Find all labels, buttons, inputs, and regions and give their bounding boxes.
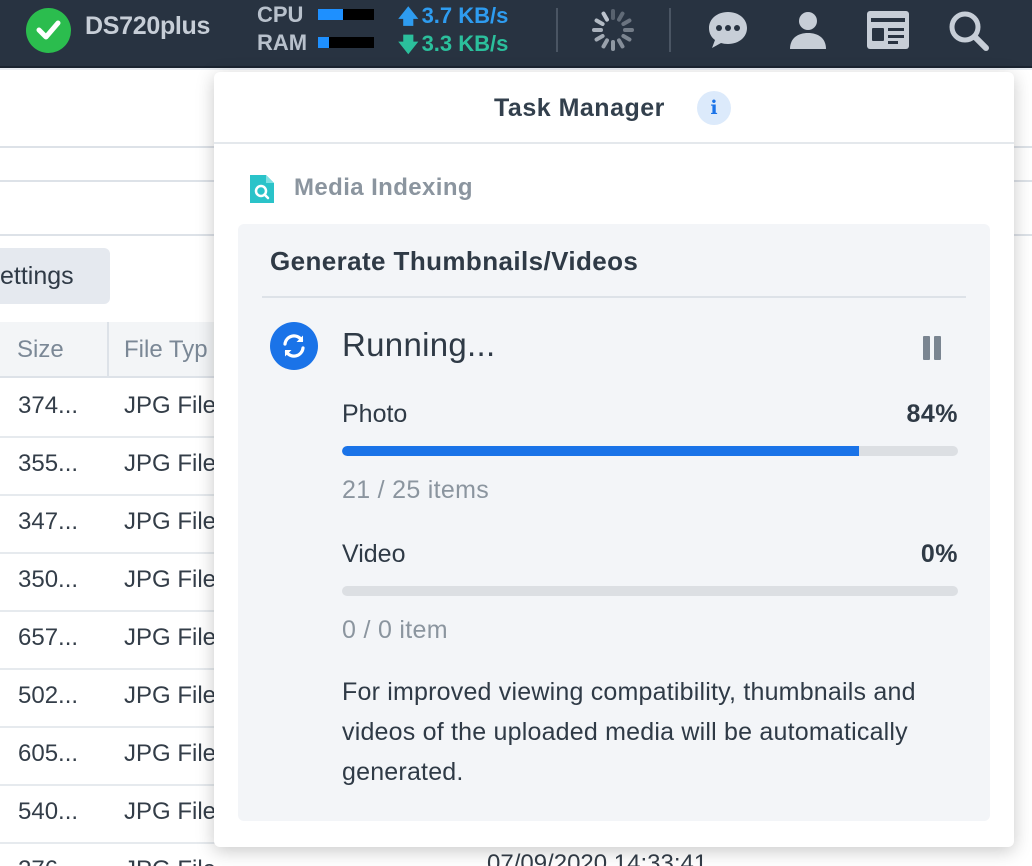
user-icon[interactable] xyxy=(786,8,830,52)
taskbar-divider xyxy=(556,8,558,52)
cell-file-type: JPG File xyxy=(124,508,217,535)
cpu-meter[interactable] xyxy=(318,9,374,20)
chat-icon[interactable] xyxy=(706,8,750,52)
photo-label: Photo xyxy=(342,400,408,428)
spinner-segment xyxy=(601,38,609,49)
column-header-file-type[interactable]: File Typ xyxy=(124,336,208,364)
cell-file-type: JPG File xyxy=(124,450,217,477)
cell-file-type: JPG File xyxy=(124,740,217,767)
photo-progress-bar xyxy=(342,446,958,456)
cell-size: 350... xyxy=(18,566,79,593)
popup-title: Task Manager xyxy=(494,94,665,122)
table-row[interactable]: 276 JPG File xyxy=(0,844,260,866)
status-ok-icon[interactable] xyxy=(26,8,71,53)
refresh-icon xyxy=(270,322,318,370)
cell-file-type: JPG File xyxy=(124,392,217,419)
photo-progress-fill xyxy=(342,446,860,456)
video-percent: 0% xyxy=(920,540,958,568)
task-description: For improved viewing compatibility, thum… xyxy=(342,678,916,786)
ram-meter[interactable] xyxy=(318,37,374,48)
cpu-label: CPU xyxy=(257,2,304,27)
spinner-segment xyxy=(621,18,632,26)
column-header-size[interactable]: Size xyxy=(17,336,64,364)
settings-button[interactable]: ettings xyxy=(0,248,110,304)
download-arrow-icon: 🡇 xyxy=(398,34,419,56)
ram-label: RAM xyxy=(257,30,308,55)
cell-size: 502... xyxy=(18,682,79,709)
spinner-segment xyxy=(594,18,605,26)
photo-count: 21 / 25 items xyxy=(342,476,490,504)
cell-file-type: JPG File xyxy=(124,798,217,825)
video-label: Video xyxy=(342,540,406,568)
spinner-segment xyxy=(621,34,632,42)
download-speed-value: 3.3 KB/s xyxy=(421,31,509,56)
photo-percent: 84% xyxy=(906,400,958,428)
task-spinner-icon[interactable] xyxy=(591,8,635,52)
pause-icon xyxy=(923,336,930,360)
video-progress-bar xyxy=(342,586,958,596)
cell-size: 540... xyxy=(18,798,79,825)
column-divider xyxy=(107,322,109,378)
task-card: Generate Thumbnails/Videos Running... Ph… xyxy=(238,224,990,821)
cell-size: 355... xyxy=(18,450,79,477)
cell-file-type: JPG File xyxy=(124,856,216,866)
taskbar: DS720plus CPU RAM 🡅 3.7 KB/s 🡇 3.3 KB/s xyxy=(0,0,1032,68)
upload-arrow-icon: 🡅 xyxy=(398,6,419,28)
cpu-meter-fill xyxy=(318,9,344,20)
download-speed: 🡇 3.3 KB/s xyxy=(398,30,508,64)
task-title: Generate Thumbnails/Videos xyxy=(270,246,639,276)
modified-date: 07/09/2020 14:33:41 xyxy=(487,850,708,866)
spinner-segment xyxy=(601,11,609,22)
card-divider xyxy=(262,296,966,298)
cell-size: 605... xyxy=(18,740,79,767)
spinner-segment xyxy=(617,38,625,49)
cell-file-type: JPG File xyxy=(124,566,217,593)
cell-size: 374... xyxy=(18,392,79,419)
taskbar-divider xyxy=(669,8,671,52)
upload-speed-value: 3.7 KB/s xyxy=(421,3,509,28)
search-icon[interactable] xyxy=(946,8,990,52)
section-title: Media Indexing xyxy=(294,174,473,201)
cell-size: 657... xyxy=(18,624,79,651)
cell-file-type: JPG File xyxy=(124,682,217,709)
popup-header: Task Manager i xyxy=(214,72,1014,144)
widgets-icon[interactable] xyxy=(866,8,910,52)
info-icon[interactable]: i xyxy=(697,91,731,125)
ram-meter-fill xyxy=(318,37,330,48)
cell-file-type: JPG File xyxy=(124,624,217,651)
task-manager-popup: Task Manager i Media Indexing Generate T… xyxy=(214,72,1014,847)
cell-size: 347... xyxy=(18,508,79,535)
spinner-segment xyxy=(594,34,605,42)
spinner-segment xyxy=(617,11,625,22)
pause-icon xyxy=(934,336,941,360)
pause-button[interactable] xyxy=(918,334,946,362)
video-count: 0 / 0 item xyxy=(342,616,448,644)
media-indexing-icon xyxy=(250,175,274,208)
task-status: Running... xyxy=(342,326,496,363)
cell-size: 276 xyxy=(18,856,58,866)
hostname[interactable]: DS720plus xyxy=(85,12,210,41)
